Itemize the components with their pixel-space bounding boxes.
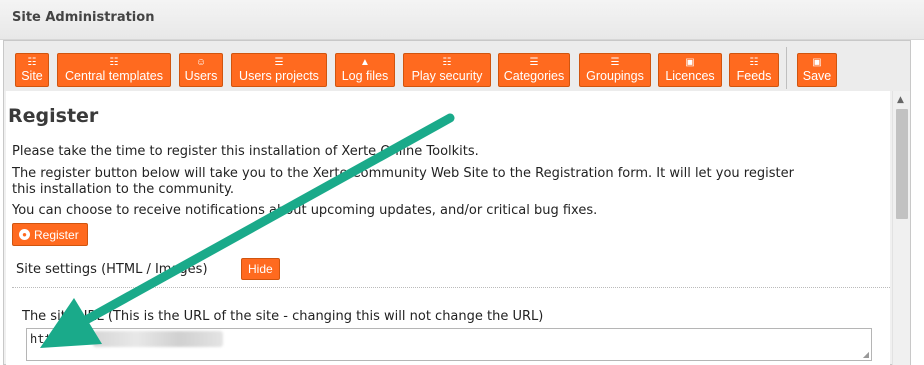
document-icon: ☰ [274,57,284,68]
redacted-url [93,331,223,347]
licences-button[interactable]: ▣ Licences [658,53,722,87]
save-button[interactable]: ▣ Save [797,53,837,87]
warning-icon: ▲ [360,57,370,68]
categories-button[interactable]: ☰ Categories [498,53,570,87]
register-button[interactable]: ● Register [12,223,88,246]
play-security-button[interactable]: ☷ Play security [403,53,491,87]
site-settings-label: Site settings (HTML / Images) [16,262,208,277]
site-url-label: The site URL (This is the URL of the sit… [22,309,544,324]
feeds-button[interactable]: ☷ Feeds [729,53,779,87]
site-url-value: https:// [30,332,88,346]
templates-icon: ☷ [109,57,119,68]
users-button[interactable]: ☺ Users [179,53,223,87]
list-icon: ☰ [529,57,539,68]
admin-frame: ☷ Site ☷ Central templates ☺ Users ☰ Use… [3,40,911,365]
site-url-field[interactable]: https:// ◢ [26,328,872,361]
groupings-button[interactable]: ☰ Groupings [579,53,651,87]
vertical-scrollbar[interactable]: ▲ [892,91,910,365]
scrollbar-thumb[interactable] [896,109,908,219]
section-divider [12,287,890,288]
globe-icon: ● [19,229,30,240]
notifications-text: You can choose to receive notifications … [12,203,598,218]
save-icon: ▣ [812,57,822,68]
resize-grip-icon[interactable]: ◢ [863,350,869,359]
register-panel: Register Please take the time to registe… [6,91,890,365]
list-icon: ☰ [610,57,620,68]
rss-icon: ☷ [749,57,759,68]
key-icon: ☷ [442,57,452,68]
title-bar: Site Administration [0,0,924,40]
site-button[interactable]: ☷ Site [15,53,49,87]
users-projects-button[interactable]: ☰ Users projects [231,53,327,87]
cc-icon: ▣ [685,57,695,68]
register-description-line-1: The register button below will take you … [12,166,794,181]
log-files-button[interactable]: ▲ Log files [335,53,395,87]
window-title: Site Administration [12,10,155,25]
scroll-up-icon[interactable]: ▲ [897,95,904,105]
page-title: Register [8,105,99,127]
hide-button[interactable]: Hide [241,258,280,280]
intro-text: Please take the time to register this in… [12,144,479,159]
toolbar-divider [786,47,787,89]
users-icon: ☺ [195,57,207,68]
sitemap-icon: ☷ [27,57,37,68]
central-templates-button[interactable]: ☷ Central templates [57,53,171,87]
register-description-line-2: this installation to the community. [12,182,235,197]
toolbar: ☷ Site ☷ Central templates ☺ Users ☰ Use… [4,41,910,91]
